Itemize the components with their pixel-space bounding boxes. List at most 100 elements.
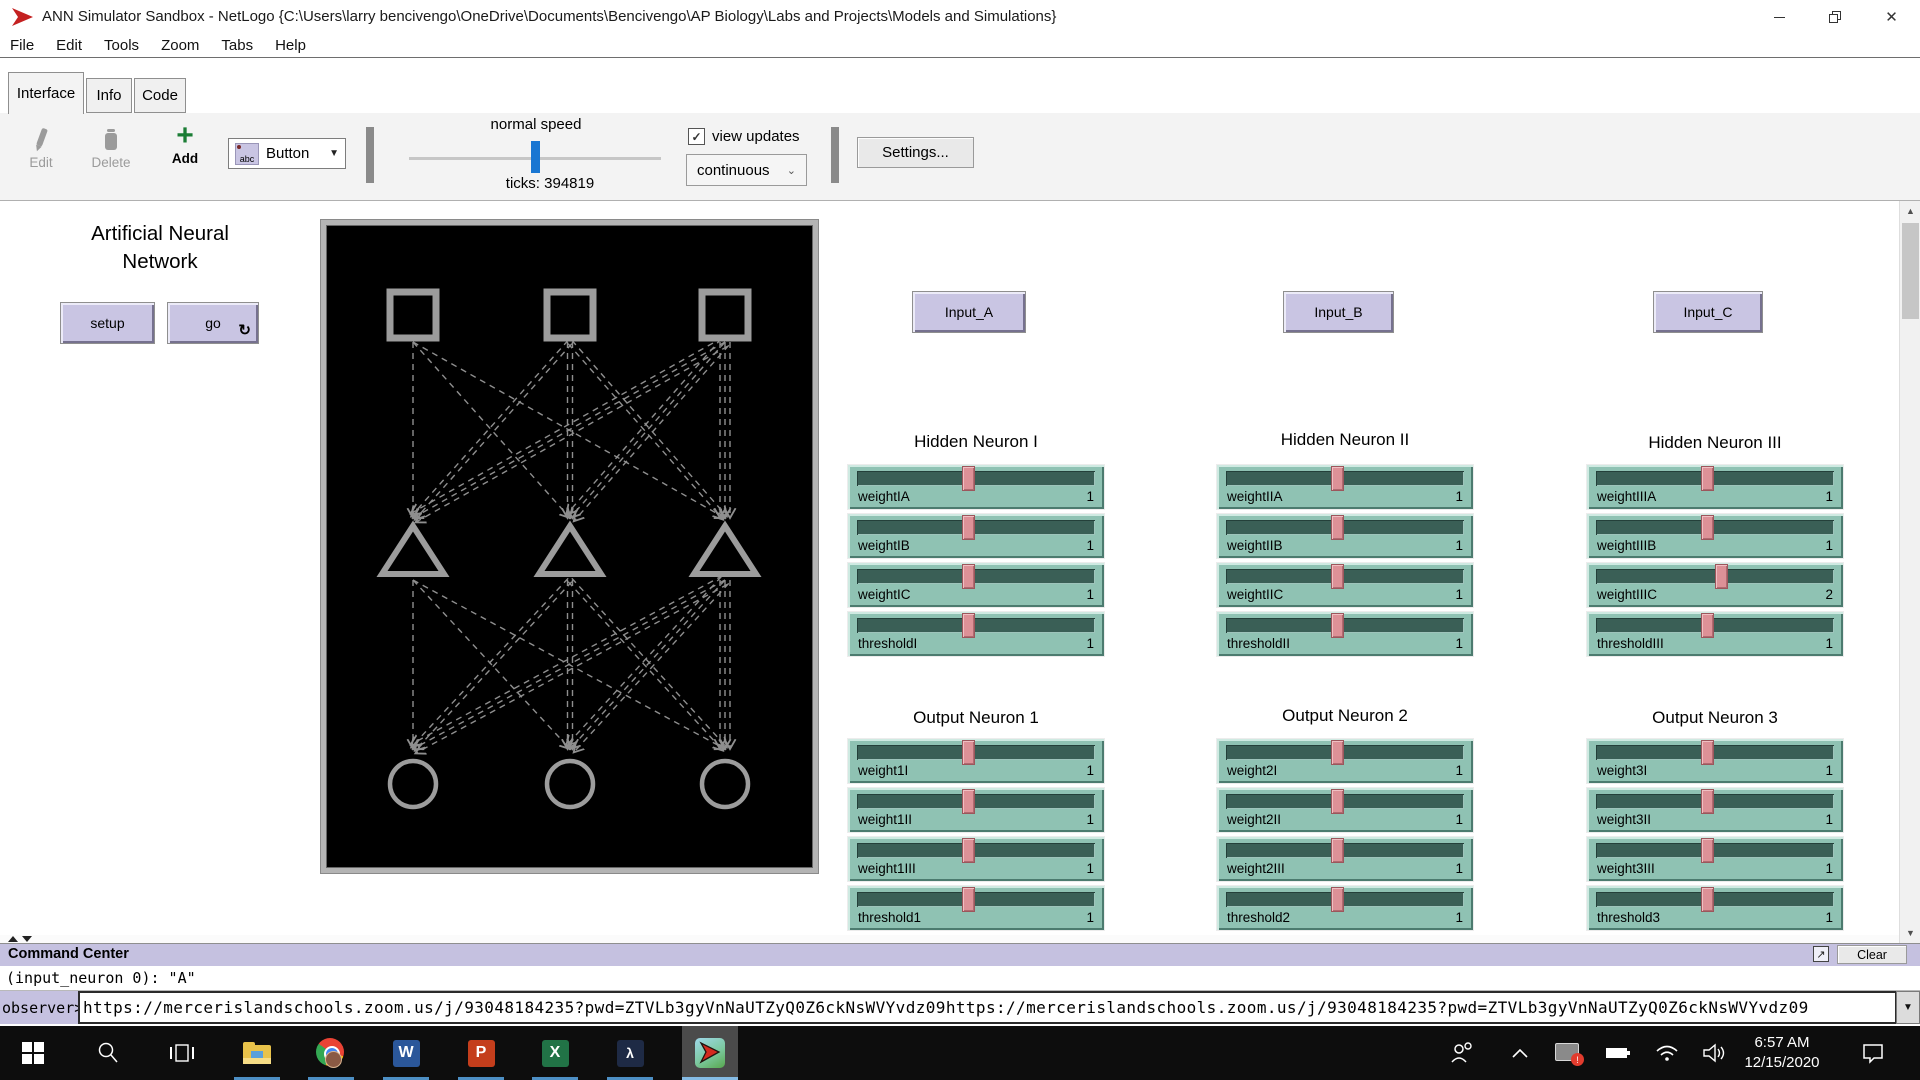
world-view[interactable] <box>321 220 818 873</box>
tab-info[interactable]: Info <box>86 78 132 113</box>
slider-handle[interactable] <box>962 887 975 912</box>
command-center-splitter[interactable] <box>0 935 1899 943</box>
menu-help[interactable]: Help <box>275 37 306 54</box>
slider-weight3I[interactable]: weight3I1 <box>1586 738 1844 784</box>
clear-button[interactable]: Clear <box>1837 945 1907 964</box>
slider-weight1I[interactable]: weight1I1 <box>847 738 1105 784</box>
file-explorer-button[interactable] <box>230 1026 284 1080</box>
slider-handle[interactable] <box>1331 887 1344 912</box>
start-button[interactable] <box>6 1026 60 1080</box>
slider-weight3III[interactable]: weight3III1 <box>1586 836 1844 882</box>
slider-groove[interactable] <box>1226 892 1464 907</box>
tab-code[interactable]: Code <box>134 78 186 113</box>
slider-weightIIIA[interactable]: weightIIIA1 <box>1586 464 1844 510</box>
slider-handle[interactable] <box>962 613 975 638</box>
slider-groove[interactable] <box>1226 569 1464 584</box>
slider-weightIIIB[interactable]: weightIIIB1 <box>1586 513 1844 559</box>
slider-weightIIA[interactable]: weightIIA1 <box>1216 464 1474 510</box>
close-button[interactable]: ✕ <box>1863 0 1920 34</box>
slider-groove[interactable] <box>1596 892 1834 907</box>
slider-groove[interactable] <box>857 520 1095 535</box>
slider-handle[interactable] <box>1715 564 1728 589</box>
menu-tools[interactable]: Tools <box>104 37 139 54</box>
setup-button[interactable]: setup <box>60 302 155 344</box>
view-updates-checkbox[interactable]: ✓ <box>688 128 705 145</box>
splitter-up-icon[interactable] <box>8 936 18 942</box>
slider-groove[interactable] <box>857 618 1095 633</box>
chrome-button[interactable] <box>304 1026 358 1080</box>
slider-groove[interactable] <box>1596 745 1834 760</box>
slider-handle[interactable] <box>1701 515 1714 540</box>
slider-weight1III[interactable]: weight1III1 <box>847 836 1105 882</box>
input-c-button[interactable]: Input_C <box>1653 291 1763 333</box>
slider-handle[interactable] <box>1701 613 1714 638</box>
slider-weightIB[interactable]: weightIB1 <box>847 513 1105 559</box>
slider-handle[interactable] <box>1331 613 1344 638</box>
command-input[interactable]: https://mercerislandschools.zoom.us/j/93… <box>78 991 1897 1024</box>
slider-weightIA[interactable]: weightIA1 <box>847 464 1105 510</box>
slider-thresholdII[interactable]: thresholdII1 <box>1216 611 1474 657</box>
speed-slider-handle[interactable] <box>531 141 540 173</box>
slider-groove[interactable] <box>1226 471 1464 486</box>
slider-groove[interactable] <box>1226 520 1464 535</box>
widget-type-dropdown[interactable]: abc Button ▼ <box>228 138 346 169</box>
slider-groove[interactable] <box>1596 843 1834 858</box>
splitter-down-icon[interactable] <box>22 936 32 942</box>
slider-groove[interactable] <box>857 745 1095 760</box>
slider-weightIC[interactable]: weightIC1 <box>847 562 1105 608</box>
slider-groove[interactable] <box>1596 471 1834 486</box>
settings-button[interactable]: Settings... <box>857 137 974 168</box>
slider-groove[interactable] <box>1596 618 1834 633</box>
slider-groove[interactable] <box>1226 843 1464 858</box>
slider-groove[interactable] <box>1596 520 1834 535</box>
slider-handle[interactable] <box>962 740 975 765</box>
slider-groove[interactable] <box>1226 745 1464 760</box>
slider-handle[interactable] <box>1331 515 1344 540</box>
slider-threshold1[interactable]: threshold11 <box>847 885 1105 931</box>
slider-groove[interactable] <box>1226 794 1464 809</box>
word-button[interactable]: W <box>379 1026 433 1080</box>
slider-weight3II[interactable]: weight3II1 <box>1586 787 1844 833</box>
slider-handle[interactable] <box>1331 838 1344 863</box>
scroll-up-icon[interactable]: ▲ <box>1900 201 1920 221</box>
slider-groove[interactable] <box>1226 618 1464 633</box>
slider-weightIIIC[interactable]: weightIIIC2 <box>1586 562 1844 608</box>
slider-groove[interactable] <box>857 794 1095 809</box>
slider-threshold2[interactable]: threshold21 <box>1216 885 1474 931</box>
add-widget-button[interactable]: + Add <box>162 121 208 166</box>
slider-weight2I[interactable]: weight2I1 <box>1216 738 1474 784</box>
slider-weight2II[interactable]: weight2II1 <box>1216 787 1474 833</box>
volume-button[interactable] <box>1692 1026 1736 1080</box>
slider-groove[interactable] <box>1596 794 1834 809</box>
menu-zoom[interactable]: Zoom <box>161 37 199 54</box>
slider-thresholdIII[interactable]: thresholdIII1 <box>1586 611 1844 657</box>
slider-threshold3[interactable]: threshold31 <box>1586 885 1844 931</box>
clock[interactable]: 6:57 AM 12/15/2020 <box>1732 1026 1832 1080</box>
menu-edit[interactable]: Edit <box>56 37 82 54</box>
slider-handle[interactable] <box>1701 838 1714 863</box>
network-button[interactable] <box>1645 1026 1689 1080</box>
slider-handle[interactable] <box>1331 564 1344 589</box>
slider-handle[interactable] <box>1331 466 1344 491</box>
slider-handle[interactable] <box>1701 740 1714 765</box>
task-view-button[interactable] <box>155 1026 209 1080</box>
input-b-button[interactable]: Input_B <box>1283 291 1394 333</box>
scrollbar-thumb[interactable] <box>1902 223 1919 319</box>
slider-handle[interactable] <box>1701 887 1714 912</box>
slider-groove[interactable] <box>1596 569 1834 584</box>
menu-tabs[interactable]: Tabs <box>221 37 253 54</box>
scroll-down-icon[interactable]: ▼ <box>1900 923 1920 943</box>
tray-app-button[interactable]: ! <box>1546 1026 1590 1080</box>
update-mode-dropdown[interactable]: continuous ⌄ <box>686 154 807 186</box>
slider-handle[interactable] <box>1701 789 1714 814</box>
slider-groove[interactable] <box>857 569 1095 584</box>
input-a-button[interactable]: Input_A <box>912 291 1026 333</box>
slider-handle[interactable] <box>962 466 975 491</box>
slider-handle[interactable] <box>962 564 975 589</box>
vertical-scrollbar[interactable]: ▲ ▼ <box>1899 201 1920 943</box>
tab-interface[interactable]: Interface <box>8 72 84 114</box>
people-button[interactable] <box>1440 1026 1484 1080</box>
slider-handle[interactable] <box>1331 789 1344 814</box>
action-center-button[interactable] <box>1848 1026 1898 1080</box>
slider-groove[interactable] <box>857 843 1095 858</box>
